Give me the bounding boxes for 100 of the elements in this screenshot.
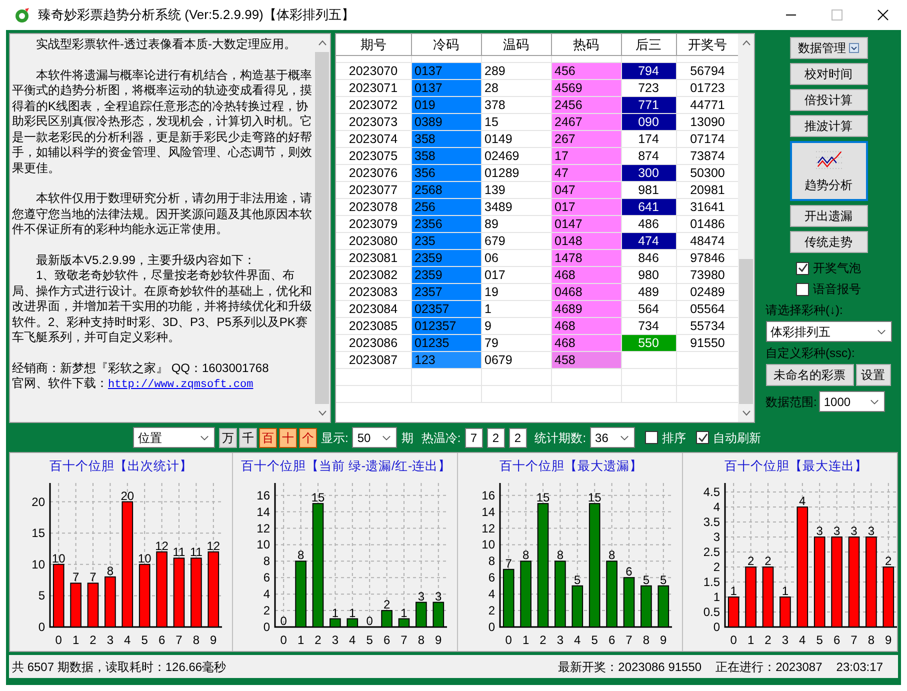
column-header[interactable]: 温码: [481, 34, 551, 55]
digit-toggle[interactable]: 十: [279, 428, 297, 448]
side-button[interactable]: 推波计算: [790, 115, 868, 137]
digit-toggle[interactable]: 个: [299, 428, 317, 448]
warm-cell: 679: [481, 232, 551, 249]
y-tick-label: 2.5: [703, 545, 720, 559]
y-tick-label: 4: [263, 587, 270, 602]
bar: [104, 576, 116, 628]
bar-value-label: 4: [799, 494, 806, 508]
chart-title: 百十个位胆【出次统计】: [50, 458, 192, 475]
bar-value-label: 2: [747, 554, 754, 568]
stat-periods-dropdown[interactable]: 36: [590, 427, 636, 448]
field-label: 热温冷:: [421, 430, 461, 446]
y-tick-label: 14: [256, 504, 270, 519]
digit-toggle[interactable]: 千: [239, 428, 257, 448]
scroll-up-icon[interactable]: [742, 40, 750, 46]
x-tick-label: 7: [176, 633, 182, 647]
checkbox-label[interactable]: 开奖气泡: [813, 259, 861, 277]
close-icon[interactable]: [877, 9, 889, 21]
number-input[interactable]: 2: [508, 428, 527, 448]
y-tick-label: 6: [488, 570, 495, 585]
number-input[interactable]: 7: [464, 428, 483, 448]
column-header[interactable]: 冷码: [411, 34, 481, 55]
dropdown-icon: [849, 43, 859, 53]
last-three-cell: 771: [621, 96, 676, 113]
cold-cell: 0137: [411, 62, 481, 79]
chart-title: 百十个位胆【当前 绿-遗漏/红-连出】: [240, 458, 452, 475]
bar: [173, 558, 185, 628]
column-header[interactable]: 开奖号: [676, 34, 738, 55]
warm-cell: 89: [481, 215, 551, 232]
range-dropdown[interactable]: 1000: [818, 391, 885, 412]
x-tick-label: 8: [868, 633, 875, 647]
x-tick-label: 0: [505, 633, 512, 647]
checkbox-label[interactable]: 语音报号: [813, 280, 861, 298]
data-menu-button[interactable]: 数据管理: [790, 37, 868, 59]
bar-value-label: 3: [816, 524, 823, 538]
hot-cell: 1478: [551, 249, 621, 266]
y-tick-label: 2: [488, 604, 495, 618]
bar-value-label: 8: [608, 548, 616, 562]
cold-cell: 2359: [411, 266, 481, 283]
bar-value-label: 3: [833, 524, 840, 538]
scroll-down-icon[interactable]: [318, 410, 326, 416]
checkbox[interactable]: [645, 431, 658, 444]
y-tick-label: 4: [713, 500, 720, 514]
bar: [346, 618, 358, 628]
column-header[interactable]: 热码: [551, 34, 621, 55]
hot-cell: 2456: [551, 96, 621, 113]
last-three-cell: 723: [621, 79, 676, 96]
checkbox-label[interactable]: 排序: [662, 428, 686, 446]
bar-value-label: 7: [505, 556, 512, 570]
scroll-thumb[interactable]: [315, 52, 329, 404]
x-tick-label: 0: [730, 633, 737, 647]
scroll-thumb[interactable]: [739, 259, 753, 404]
cold-cell: 019: [411, 96, 481, 113]
number-input[interactable]: 2: [486, 428, 505, 448]
y-tick-label: 2: [263, 604, 270, 618]
column-header[interactable]: 后三: [621, 34, 676, 55]
hot-cell: 468: [551, 317, 621, 334]
cold-cell: 123: [411, 351, 481, 368]
side-button[interactable]: 传统走势: [790, 231, 868, 253]
bar: [330, 618, 341, 628]
cold-cell: 235: [411, 232, 481, 249]
checkbox-label[interactable]: 自动刷新: [713, 428, 762, 446]
checkbox[interactable]: [796, 282, 809, 296]
position-dropdown[interactable]: 位置: [133, 427, 215, 448]
checkbox[interactable]: [796, 262, 809, 274]
column-header[interactable]: 期号: [336, 34, 411, 55]
scroll-down-icon[interactable]: [742, 410, 750, 416]
digit-toggle[interactable]: 万: [219, 428, 237, 448]
trend-analysis-button[interactable]: 趋势分析: [790, 141, 868, 201]
digit-toggle[interactable]: 百: [259, 428, 277, 448]
x-tick-label: 3: [332, 633, 339, 647]
dealer-text: 经销商：新梦想『彩软之家』 QQ：1603001768: [12, 360, 270, 376]
hot-cell: 47: [551, 164, 621, 181]
lottery-dropdown[interactable]: 体彩排列五: [766, 321, 892, 342]
x-tick-label: 6: [158, 633, 166, 647]
scroll-up-icon[interactable]: [318, 40, 326, 46]
scrollbar[interactable]: [738, 34, 754, 422]
period-cell: 2023080: [336, 232, 411, 249]
y-tick-label: 16: [482, 488, 495, 502]
cold-cell: 2357: [411, 283, 481, 300]
side-button[interactable]: 开出遗漏: [790, 205, 868, 227]
side-button[interactable]: 校对时间: [790, 63, 868, 85]
warm-cell: 02469: [481, 147, 551, 164]
checkbox[interactable]: [696, 431, 710, 444]
x-tick-label: 1: [747, 633, 754, 647]
y-tick-label: 1.5: [703, 575, 720, 589]
last-three-cell: 550: [621, 334, 676, 351]
bar-value-label: 12: [206, 538, 220, 553]
bar-value-label: 5: [660, 572, 667, 587]
y-tick-label: 16: [256, 488, 270, 502]
hot-cell: 0147: [551, 215, 621, 232]
paragraph: 最新版本V5.2.9.99，主要升级内容如下：: [35, 252, 256, 268]
x-tick-label: 9: [885, 633, 892, 647]
settings-button[interactable]: 设置: [856, 364, 890, 386]
y-tick-label: 12: [482, 521, 495, 536]
website-link[interactable]: http://www.zqmsoft.com: [108, 379, 254, 391]
periods-dropdown[interactable]: 50: [352, 427, 398, 448]
custom-lottery-button[interactable]: 未命名的彩票: [766, 364, 854, 386]
side-button[interactable]: 倍投计算: [790, 89, 868, 111]
